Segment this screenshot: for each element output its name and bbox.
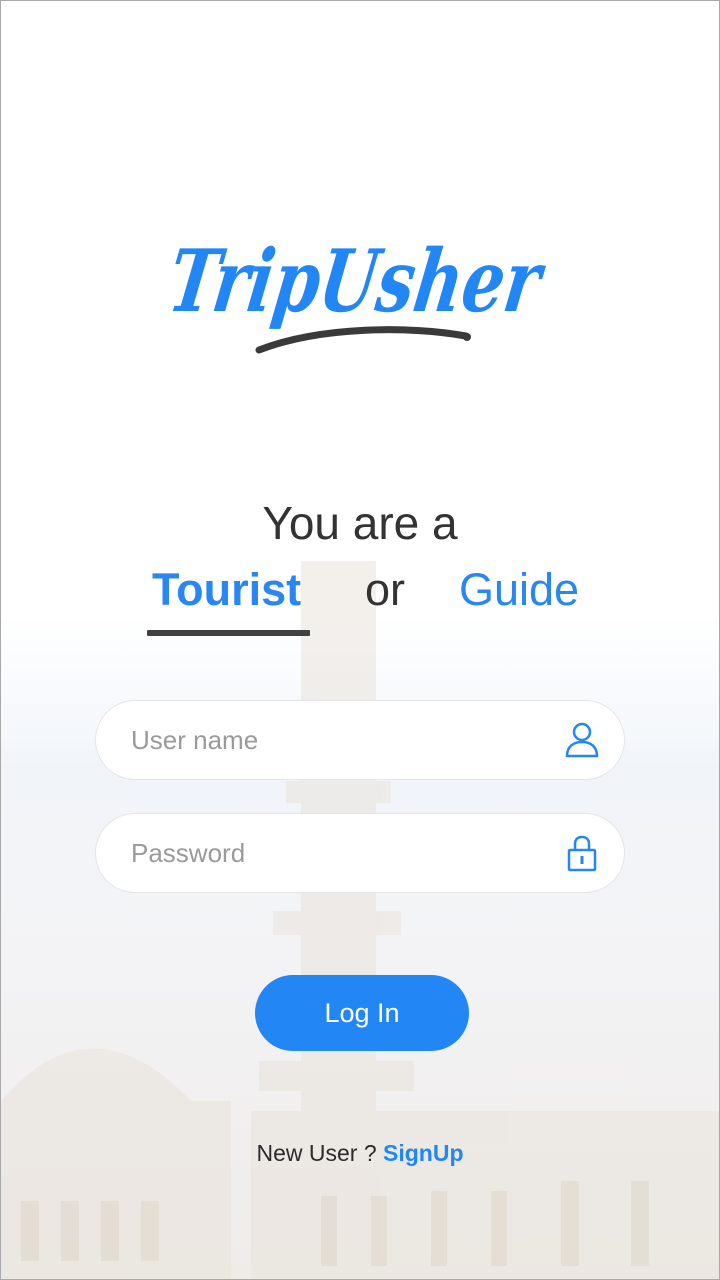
signup-row: New User ? SignUp	[1, 1140, 719, 1167]
signup-link[interactable]: SignUp	[383, 1140, 464, 1166]
selected-role-indicator	[147, 630, 310, 636]
username-field	[95, 700, 625, 780]
user-icon	[565, 722, 599, 758]
password-input[interactable]	[131, 814, 551, 892]
or-label: or	[365, 564, 406, 615]
username-input[interactable]	[131, 701, 551, 779]
role-prompt: You are a	[262, 497, 458, 549]
tripusher-logo: TripUsher	[171, 231, 551, 354]
tourist-option[interactable]: Tourist	[152, 563, 301, 617]
password-field	[95, 813, 625, 893]
guide-option[interactable]: Guide	[459, 563, 579, 617]
login-screen: TripUsher You are a Tourist or Guide Log…	[0, 0, 720, 1280]
lock-icon	[567, 835, 597, 872]
background-monument-image	[1, 561, 719, 1279]
logo-text: TripUsher	[171, 231, 551, 332]
new-user-label: New User ?	[256, 1140, 377, 1166]
login-button[interactable]: Log In	[255, 975, 469, 1051]
